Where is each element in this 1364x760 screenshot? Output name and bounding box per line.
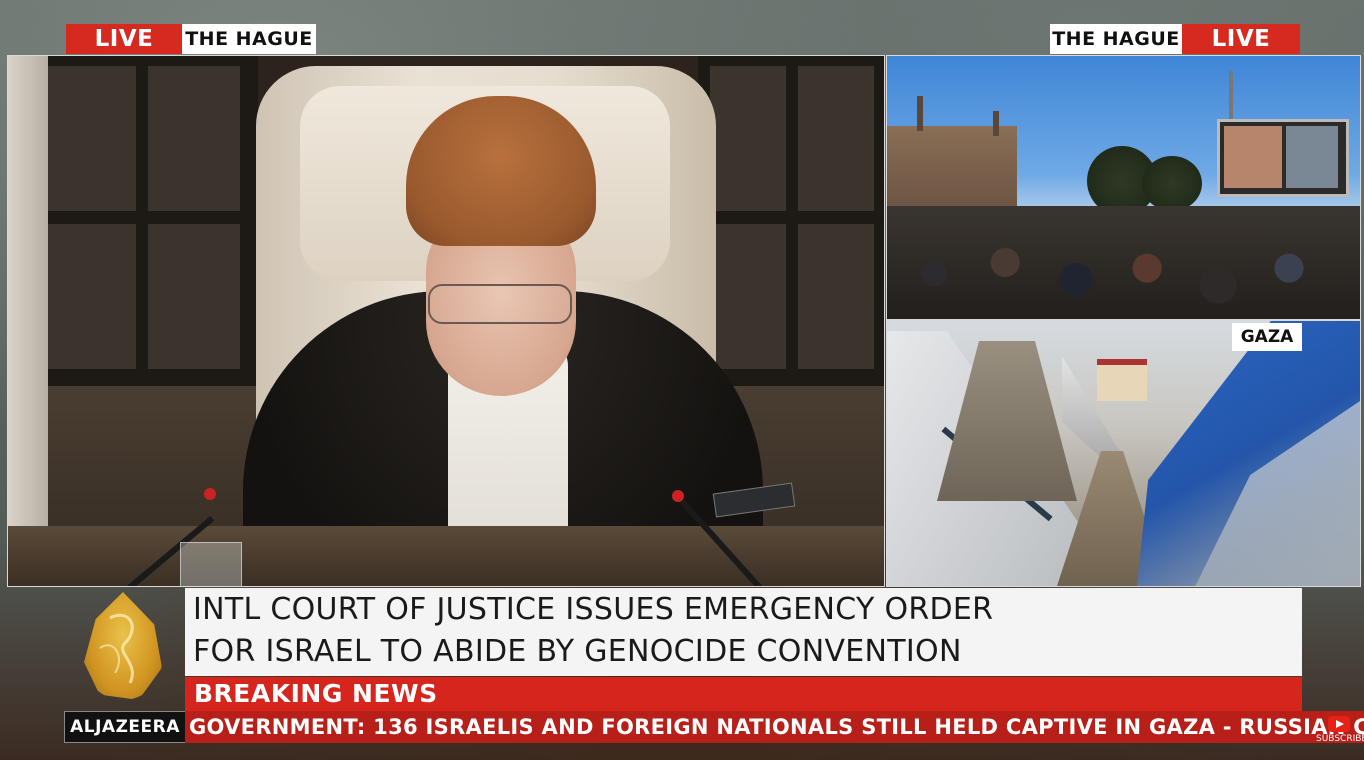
left-chair-edge <box>8 56 48 586</box>
live-badge-left: LIVE <box>66 24 182 54</box>
tree <box>1142 156 1202 211</box>
breaking-news-label: BREAKING NEWS <box>194 679 438 708</box>
hague-outdoor-feed[interactable] <box>886 55 1361 320</box>
peace-palace <box>887 126 1017 211</box>
protest-crowd <box>887 206 1360 319</box>
youtube-subscribe-icon[interactable]: SUBSCRIBE <box>1316 712 1364 756</box>
window-pane <box>798 66 874 211</box>
gaza-camp-feed[interactable] <box>886 320 1361 587</box>
window-pane <box>148 66 240 211</box>
mic-light-right <box>672 490 684 502</box>
window-pane <box>44 224 136 369</box>
breaking-news-bar: BREAKING NEWS <box>185 677 1302 711</box>
eyeglasses <box>428 284 572 324</box>
brand-name: ALJAZEERA <box>64 711 186 743</box>
window-pane <box>798 224 874 369</box>
headline-box: INTL COURT OF JUSTICE ISSUES EMERGENCY O… <box>185 588 1302 676</box>
headline-line-1: INTL COURT OF JUSTICE ISSUES EMERGENCY O… <box>193 592 994 627</box>
outdoor-screen <box>1217 119 1349 197</box>
water-glass <box>180 542 242 586</box>
location-label-right: THE HAGUE <box>1050 24 1182 54</box>
headline-line-2: FOR ISRAEL TO ABIDE BY GENOCIDE CONVENTI… <box>193 634 962 669</box>
news-ticker: GOVERNMENT: 136 ISRAELIS AND FOREIGN NAT… <box>185 711 1364 743</box>
location-label-left: THE HAGUE <box>182 24 316 54</box>
palace-tower <box>917 96 923 131</box>
house <box>1097 359 1147 401</box>
window-pane <box>710 66 786 211</box>
subscribe-label: SUBSCRIBE <box>1316 734 1364 744</box>
ticker-text: GOVERNMENT: 136 ISRAELIS AND FOREIGN NAT… <box>189 715 1364 739</box>
live-badge-right: LIVE <box>1182 24 1300 54</box>
aljazeera-logo-icon <box>70 588 180 706</box>
palace-tower <box>993 111 999 136</box>
mic-light-left <box>204 488 216 500</box>
main-video-feed[interactable] <box>7 55 885 587</box>
window-pane <box>44 66 136 211</box>
window-pane <box>148 224 240 369</box>
gaza-location-label: GAZA <box>1232 323 1302 351</box>
window-pane <box>710 224 786 369</box>
